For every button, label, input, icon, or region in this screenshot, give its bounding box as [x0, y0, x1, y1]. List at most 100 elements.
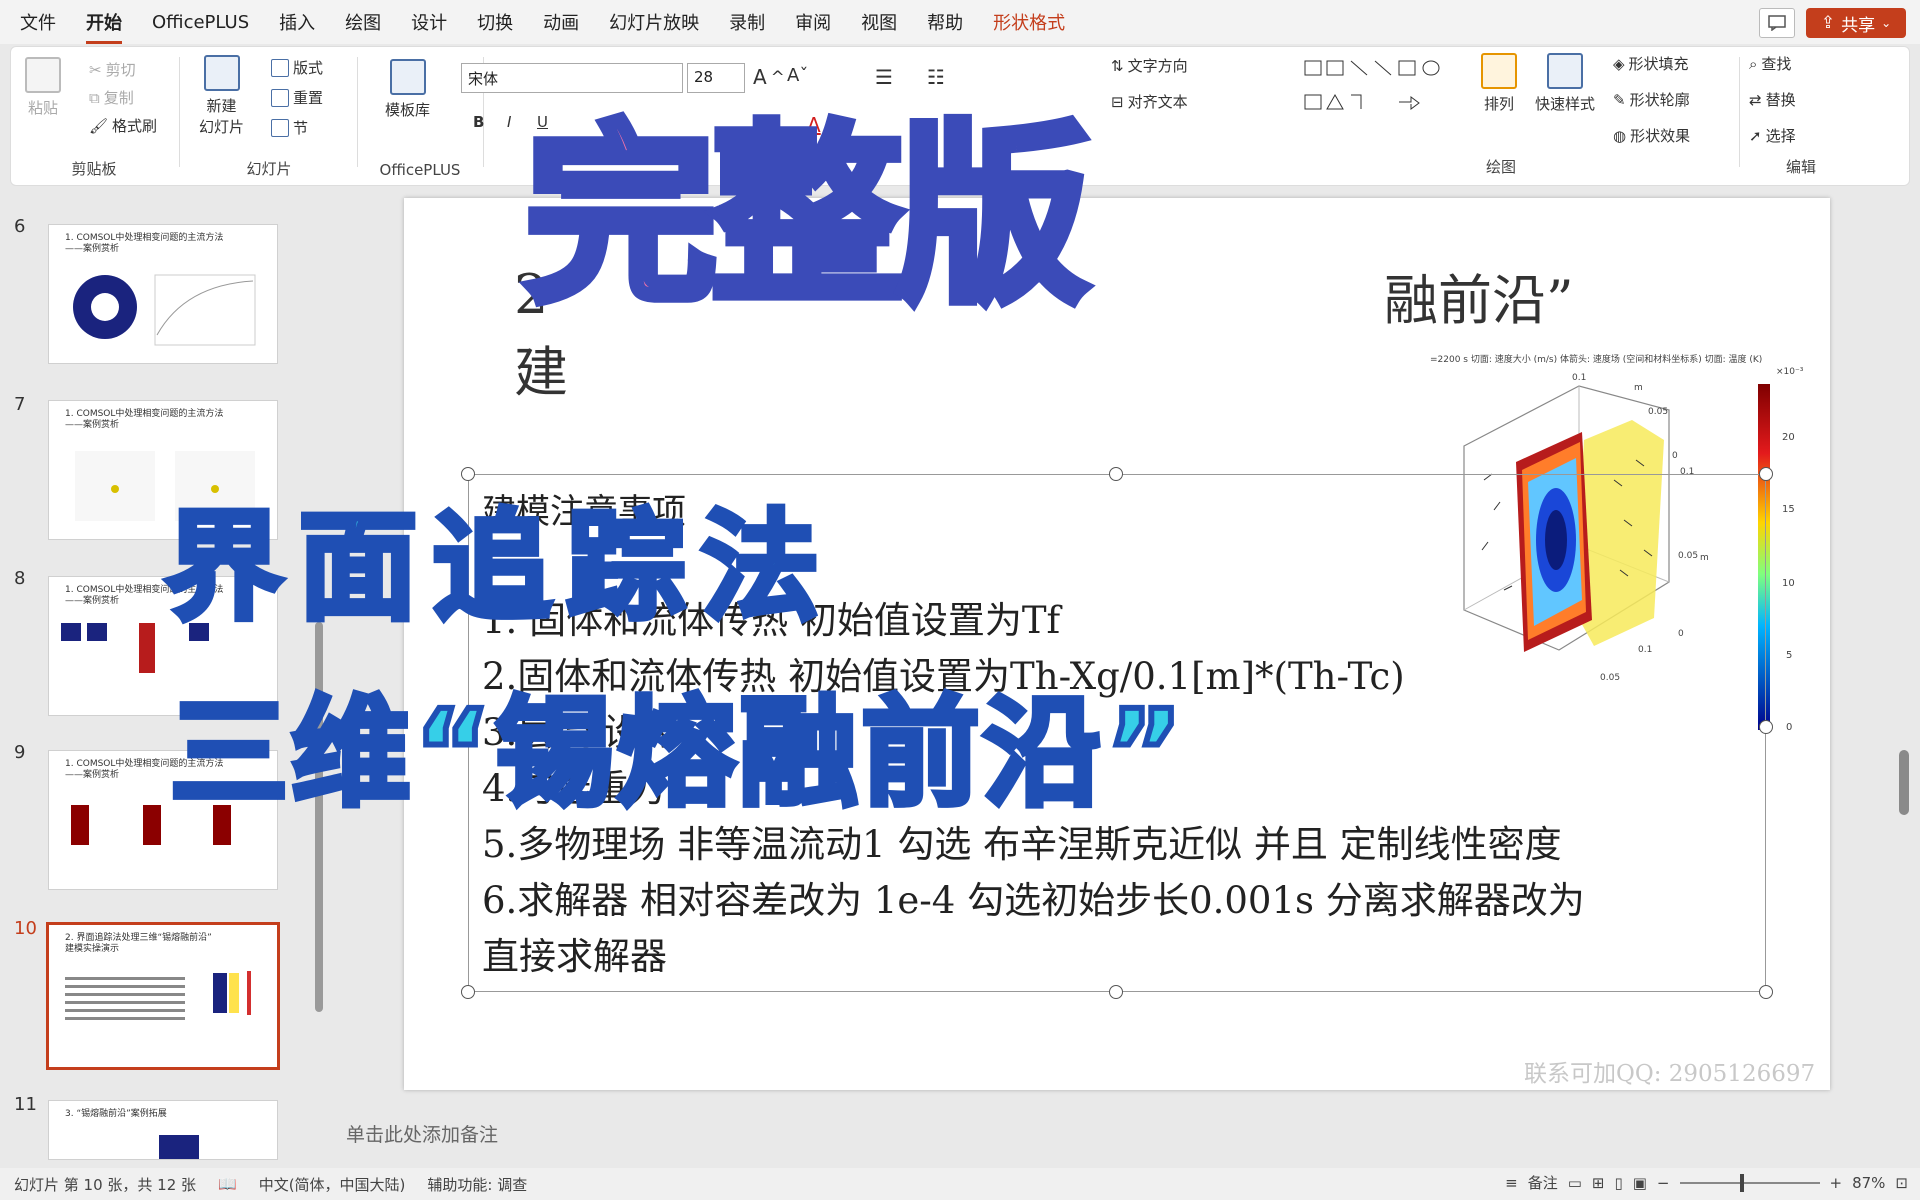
- arrange-icon: [1481, 53, 1517, 89]
- cursor-icon: ➚: [1749, 126, 1762, 145]
- resize-handle[interactable]: [1109, 467, 1123, 481]
- bullets-button[interactable]: ☰: [875, 65, 893, 89]
- zoom-out-icon[interactable]: −: [1657, 1174, 1670, 1192]
- contact-text: 联系可加QQ: 2905126697: [1524, 1061, 1816, 1087]
- reset-button[interactable]: 重置: [271, 87, 323, 108]
- new-slide-icon: [203, 55, 240, 91]
- thumbnail-number: 8: [14, 568, 26, 589]
- tab-help[interactable]: 帮助: [927, 9, 963, 35]
- notes-toggle[interactable]: 备注: [1528, 1172, 1558, 1193]
- tab-view[interactable]: 视图: [861, 9, 897, 35]
- font-name-select[interactable]: 宋体: [461, 63, 683, 93]
- slide-thumbnail-11[interactable]: 3. “锡熔融前沿”案例拓展: [48, 1100, 278, 1160]
- quick-styles-button[interactable]: 快速样式: [1535, 53, 1595, 114]
- tab-insert[interactable]: 插入: [279, 9, 315, 35]
- notes-input[interactable]: 单击此处添加备注: [346, 1120, 498, 1147]
- thumbnail-figure: [159, 1135, 199, 1159]
- template-library-label: 模板库: [385, 101, 431, 119]
- tab-slideshow[interactable]: 幻灯片放映: [609, 9, 699, 35]
- brush-icon: 🖌: [89, 116, 109, 135]
- tab-review[interactable]: 审阅: [795, 9, 831, 35]
- normal-view-icon[interactable]: ▭: [1568, 1174, 1582, 1192]
- resize-handle[interactable]: [1759, 985, 1773, 999]
- italic-button[interactable]: I: [507, 113, 511, 131]
- accessibility-status[interactable]: 辅助功能: 调查: [427, 1174, 527, 1195]
- thumbnail-figure: [65, 971, 251, 1020]
- zoom-slider[interactable]: [1679, 1173, 1820, 1192]
- replace-button[interactable]: ⇄ 替换: [1749, 89, 1796, 110]
- cut-button[interactable]: ✂ 剪切: [89, 59, 136, 80]
- thumbnail-number: 6: [14, 216, 26, 237]
- resize-handle[interactable]: [461, 467, 475, 481]
- colorbar-tick: 15: [1782, 504, 1795, 515]
- layout-icon: [271, 58, 289, 77]
- resize-handle[interactable]: [1759, 720, 1773, 734]
- resize-handle[interactable]: [461, 985, 475, 999]
- section-icon: [271, 118, 289, 137]
- copy-button[interactable]: ⧉ 复制: [89, 87, 134, 108]
- tab-record[interactable]: 录制: [729, 9, 765, 35]
- text-direction-label: 文字方向: [1127, 57, 1188, 75]
- numbering-button[interactable]: ☷: [927, 65, 945, 89]
- language-indicator[interactable]: 中文(简体，中国大陆): [259, 1174, 406, 1195]
- notes-toggle-icon[interactable]: ≡: [1505, 1174, 1518, 1192]
- shape-effects-button[interactable]: ◍ 形状效果: [1613, 125, 1690, 146]
- thumbnail-title: 1. COMSOL中处理相变问题的主流方法 ——案例赏析: [65, 233, 224, 254]
- resize-handle[interactable]: [1109, 985, 1123, 999]
- arrange-button[interactable]: 排列: [1481, 53, 1517, 114]
- tab-file[interactable]: 文件: [20, 9, 56, 35]
- slide-scrollbar[interactable]: [1894, 190, 1914, 1080]
- search-icon: ⌕: [1749, 54, 1758, 73]
- reading-view-icon[interactable]: ▯: [1614, 1174, 1622, 1192]
- template-library-button[interactable]: 模板库: [385, 59, 430, 120]
- zoom-slider-thumb[interactable]: [1739, 1173, 1744, 1192]
- share-label: 共享: [1841, 15, 1876, 36]
- slide-canvas[interactable]: 2 建 融前沿” =2200 s 切面: 速度大小 (m/s) 体箭头: 速度场…: [404, 198, 1830, 1090]
- shape-gallery[interactable]: [1303, 57, 1463, 147]
- overlay-subtitle-2: 三维“锡熔融前沿”: [167, 684, 1188, 822]
- tab-animations[interactable]: 动画: [543, 9, 579, 35]
- slide-thumbnail-10[interactable]: 2. 界面追踪法处理三维“锡熔融前沿” 建模实操演示: [46, 922, 280, 1070]
- new-slide-button[interactable]: 新建 幻灯片: [199, 55, 244, 137]
- layout-label: 版式: [293, 59, 324, 77]
- layout-button[interactable]: 版式: [271, 57, 323, 78]
- resize-handle[interactable]: [1759, 467, 1773, 481]
- sorter-view-icon[interactable]: ⊞: [1592, 1174, 1605, 1192]
- slide-thumbnail-6[interactable]: 1. COMSOL中处理相变问题的主流方法 ——案例赏析: [48, 224, 278, 364]
- tab-shape-format[interactable]: 形状格式: [993, 9, 1065, 35]
- select-label: 选择: [1765, 127, 1796, 145]
- shrink-font-button[interactable]: Aˇ: [787, 65, 808, 86]
- shape-fill-label: 形状填充: [1628, 55, 1689, 73]
- find-button[interactable]: ⌕ 查找: [1749, 53, 1791, 74]
- font-size-select[interactable]: 28: [687, 63, 745, 93]
- thumbnail-scrollbar[interactable]: [314, 192, 324, 1152]
- text-direction-button[interactable]: ⇅ 文字方向: [1111, 55, 1188, 76]
- overlay-subtitle-1: 界面追踪法: [162, 498, 836, 636]
- share-button[interactable]: ⇪ 共享 ⌄: [1806, 8, 1906, 38]
- bold-button[interactable]: B: [473, 113, 484, 131]
- comment-button[interactable]: [1759, 8, 1795, 38]
- align-text-button[interactable]: ⊟ 对齐文本: [1111, 91, 1188, 112]
- fit-slide-icon[interactable]: ⊡: [1895, 1174, 1908, 1192]
- format-painter-button[interactable]: 🖌 格式刷: [89, 115, 157, 136]
- tab-officeplus[interactable]: OfficePLUS: [152, 12, 249, 33]
- scroll-thumb[interactable]: [1899, 750, 1909, 815]
- shape-fill-button[interactable]: ◈ 形状填充: [1613, 53, 1689, 74]
- slideshow-view-icon[interactable]: ▣: [1633, 1174, 1647, 1192]
- zoom-level[interactable]: 87%: [1852, 1174, 1885, 1192]
- paste-button[interactable]: 粘贴: [25, 57, 61, 118]
- thumbnail-title: 3. “锡熔融前沿”案例拓展: [65, 1109, 167, 1119]
- axis-unit: m: [1634, 383, 1643, 393]
- section-button[interactable]: 节: [271, 117, 308, 138]
- select-button[interactable]: ➚ 选择: [1749, 125, 1796, 146]
- grow-font-button[interactable]: A ^: [753, 65, 785, 89]
- axis-tick: 0.05: [1648, 407, 1668, 417]
- tab-draw[interactable]: 绘图: [345, 9, 381, 35]
- tab-home[interactable]: 开始: [86, 9, 122, 44]
- tab-design[interactable]: 设计: [411, 9, 447, 35]
- tab-transitions[interactable]: 切换: [477, 9, 513, 35]
- zoom-in-icon[interactable]: +: [1830, 1174, 1843, 1192]
- shape-outline-button[interactable]: ✎ 形状轮廓: [1613, 89, 1690, 110]
- spellcheck-icon[interactable]: 📖: [218, 1175, 237, 1193]
- colorbar-tick: 10: [1782, 578, 1795, 589]
